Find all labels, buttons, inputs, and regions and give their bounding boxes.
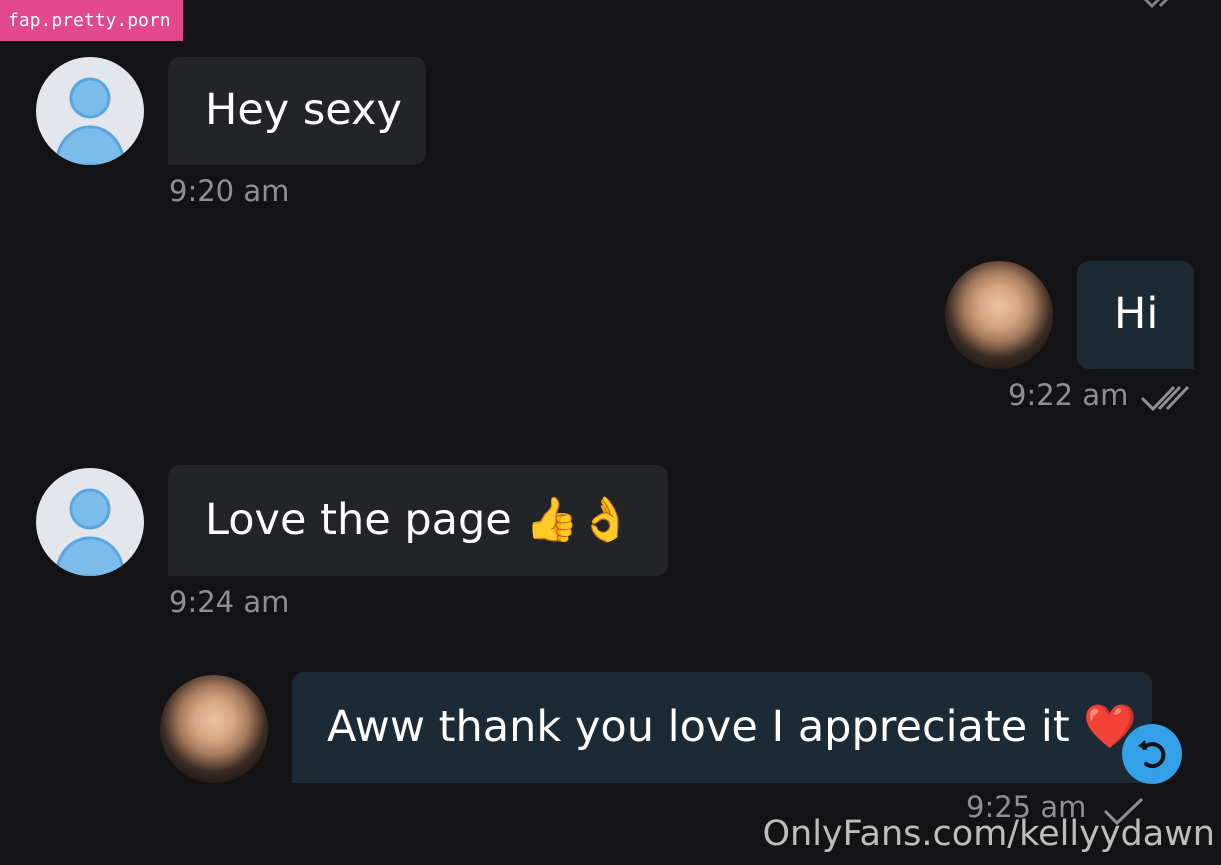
message-text: Love the page 👍👌	[205, 495, 633, 545]
watermark-text: OnlyFans.com/kellyydawn	[762, 814, 1215, 854]
message-text: Hey sexy	[205, 85, 402, 135]
double-check-icon	[1140, 384, 1194, 418]
user-avatar-default[interactable]	[36, 468, 144, 576]
message-bubble[interactable]: Hey sexy	[168, 57, 426, 165]
message-text: Aww thank you love I appreciate it ❤️	[327, 702, 1137, 752]
message-bubble[interactable]: Aww thank you love I appreciate it ❤️	[292, 672, 1152, 783]
sender-avatar[interactable]	[945, 261, 1053, 369]
message-timestamp: 9:20 am	[169, 174, 290, 208]
double-check-icon	[1140, 0, 1194, 14]
user-silhouette-icon	[54, 77, 126, 165]
user-silhouette-icon	[54, 488, 126, 576]
message-timestamp: 9:22 am	[1008, 378, 1129, 412]
user-avatar-default[interactable]	[36, 57, 144, 165]
undo-icon	[1138, 740, 1166, 769]
message-text: Hi	[1114, 289, 1159, 339]
sender-avatar[interactable]	[160, 675, 268, 783]
watermark-badge: fap.pretty.porn	[0, 0, 183, 41]
message-timestamp: 9:24 am	[169, 585, 290, 619]
message-bubble[interactable]: Love the page 👍👌	[168, 465, 668, 576]
undo-button[interactable]	[1122, 724, 1182, 784]
message-bubble[interactable]: Hi	[1077, 261, 1194, 369]
